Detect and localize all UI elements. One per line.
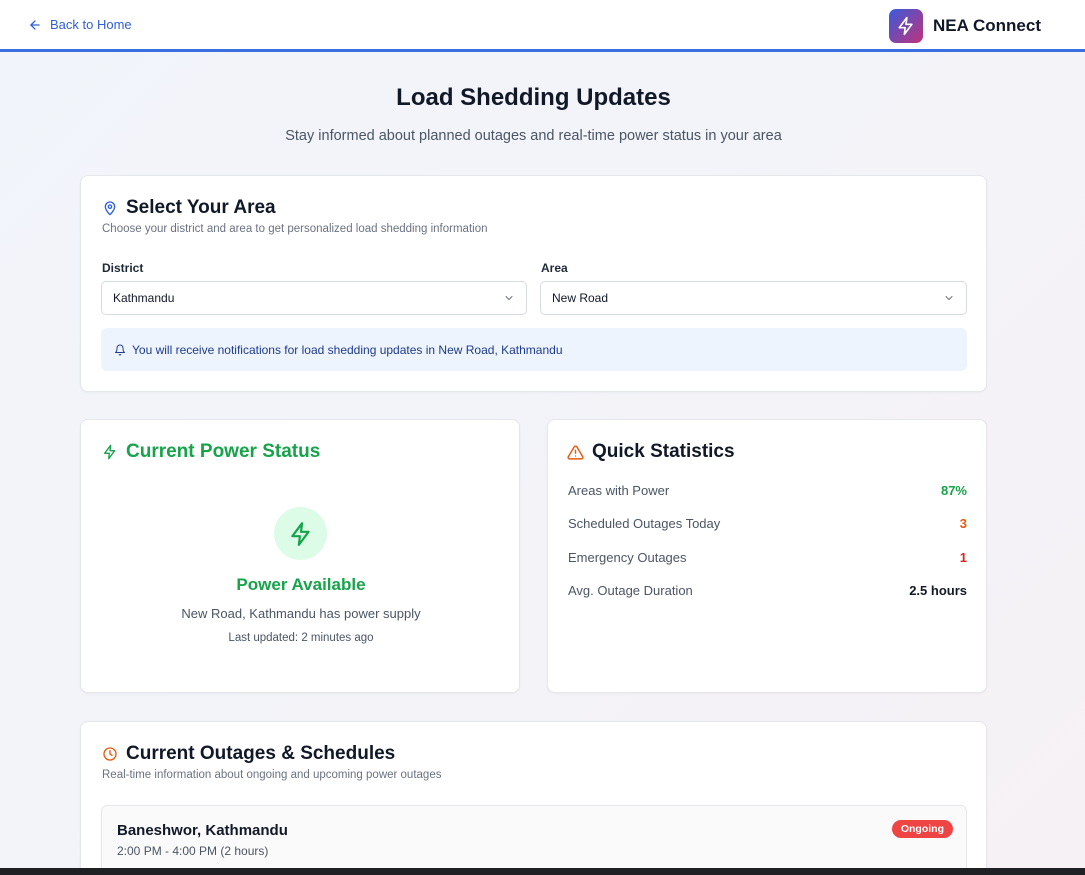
area-selector-title: Select Your Area bbox=[126, 197, 276, 218]
district-label: District bbox=[102, 261, 144, 275]
chevron-down-icon bbox=[945, 296, 953, 301]
page-title: Load Shedding Updates bbox=[396, 84, 671, 111]
area-select[interactable]: New Road bbox=[540, 281, 967, 315]
stat-label: Scheduled Outages Today bbox=[568, 516, 721, 531]
notification-text: You will receive notifications for load … bbox=[132, 342, 563, 357]
stat-row-scheduled-outages: Scheduled Outages Today 3 bbox=[568, 516, 967, 531]
outage-location: Baneshwor, Kathmandu bbox=[117, 822, 288, 839]
outages-heading: Current Outages & Schedules bbox=[102, 743, 395, 765]
outages-card: Current Outages & Schedules Real-time in… bbox=[80, 721, 987, 875]
bell-icon bbox=[115, 344, 125, 355]
power-status-heading: Current Power Status bbox=[102, 441, 320, 463]
outage-item[interactable]: Baneshwor, Kathmandu 2:00 PM - 4:00 PM (… bbox=[101, 805, 967, 875]
area-selector-card: Select Your Area Choose your district an… bbox=[80, 175, 987, 392]
power-status-title: Current Power Status bbox=[126, 441, 321, 462]
page-subtitle: Stay informed about planned outages and … bbox=[285, 128, 782, 144]
stat-label: Avg. Outage Duration bbox=[568, 583, 693, 598]
outages-description: Real-time information about ongoing and … bbox=[102, 769, 442, 781]
power-status-card: Current Power Status Power Available New… bbox=[80, 419, 520, 693]
back-to-home-label: Back to Home bbox=[50, 17, 132, 32]
arrow-left-icon bbox=[30, 19, 40, 30]
brand-name: NEA Connect bbox=[933, 16, 1041, 35]
district-select[interactable]: Kathmandu bbox=[101, 281, 527, 315]
area-selector-heading: Select Your Area bbox=[102, 197, 276, 219]
lightning-bolt-icon bbox=[104, 444, 116, 460]
map-pin-icon bbox=[104, 201, 116, 216]
top-bar: Back to Home NEA Connect bbox=[0, 0, 1085, 52]
stat-value: 1 bbox=[959, 550, 967, 565]
area-value: New Road bbox=[552, 291, 609, 305]
power-location-text: New Road, Kathmandu has power supply bbox=[181, 606, 421, 621]
notification-notice: You will receive notifications for load … bbox=[101, 328, 967, 371]
bottom-bar bbox=[0, 868, 1085, 875]
stat-value: 2.5 hours bbox=[909, 583, 967, 598]
stat-row-areas-with-power: Areas with Power 87% bbox=[568, 483, 967, 498]
chevron-down-icon bbox=[505, 296, 513, 301]
brand[interactable]: NEA Connect bbox=[889, 9, 1041, 43]
last-updated-text: Last updated: 2 minutes ago bbox=[228, 632, 374, 644]
stat-label: Emergency Outages bbox=[568, 550, 687, 565]
quick-statistics-title: Quick Statistics bbox=[592, 441, 735, 462]
area-selector-description: Choose your district and area to get per… bbox=[102, 223, 488, 235]
stat-row-avg-duration: Avg. Outage Duration 2.5 hours bbox=[568, 583, 967, 598]
stat-row-emergency-outages: Emergency Outages 1 bbox=[568, 550, 967, 565]
stat-value: 87% bbox=[940, 483, 967, 498]
back-to-home-link[interactable]: Back to Home bbox=[28, 17, 132, 32]
power-status-indicator bbox=[274, 507, 327, 560]
stat-label: Areas with Power bbox=[568, 483, 670, 498]
quick-statistics-heading: Quick Statistics bbox=[567, 441, 735, 463]
outage-status-badge: Ongoing bbox=[891, 820, 953, 838]
outages-title: Current Outages & Schedules bbox=[126, 743, 396, 764]
stat-value: 3 bbox=[959, 516, 967, 531]
brand-logo bbox=[889, 9, 923, 43]
quick-statistics-card: Quick Statistics Areas with Power 87% Sc… bbox=[547, 419, 987, 693]
area-label: Area bbox=[541, 261, 568, 275]
lightning-bolt-icon bbox=[290, 521, 310, 546]
district-value: Kathmandu bbox=[113, 291, 175, 305]
lightning-bolt-icon bbox=[898, 16, 913, 36]
clock-icon bbox=[103, 747, 117, 761]
warning-triangle-icon bbox=[567, 444, 584, 460]
outage-time: 2:00 PM - 4:00 PM (2 hours) bbox=[117, 844, 269, 858]
power-status-text: Power Available bbox=[236, 575, 366, 594]
